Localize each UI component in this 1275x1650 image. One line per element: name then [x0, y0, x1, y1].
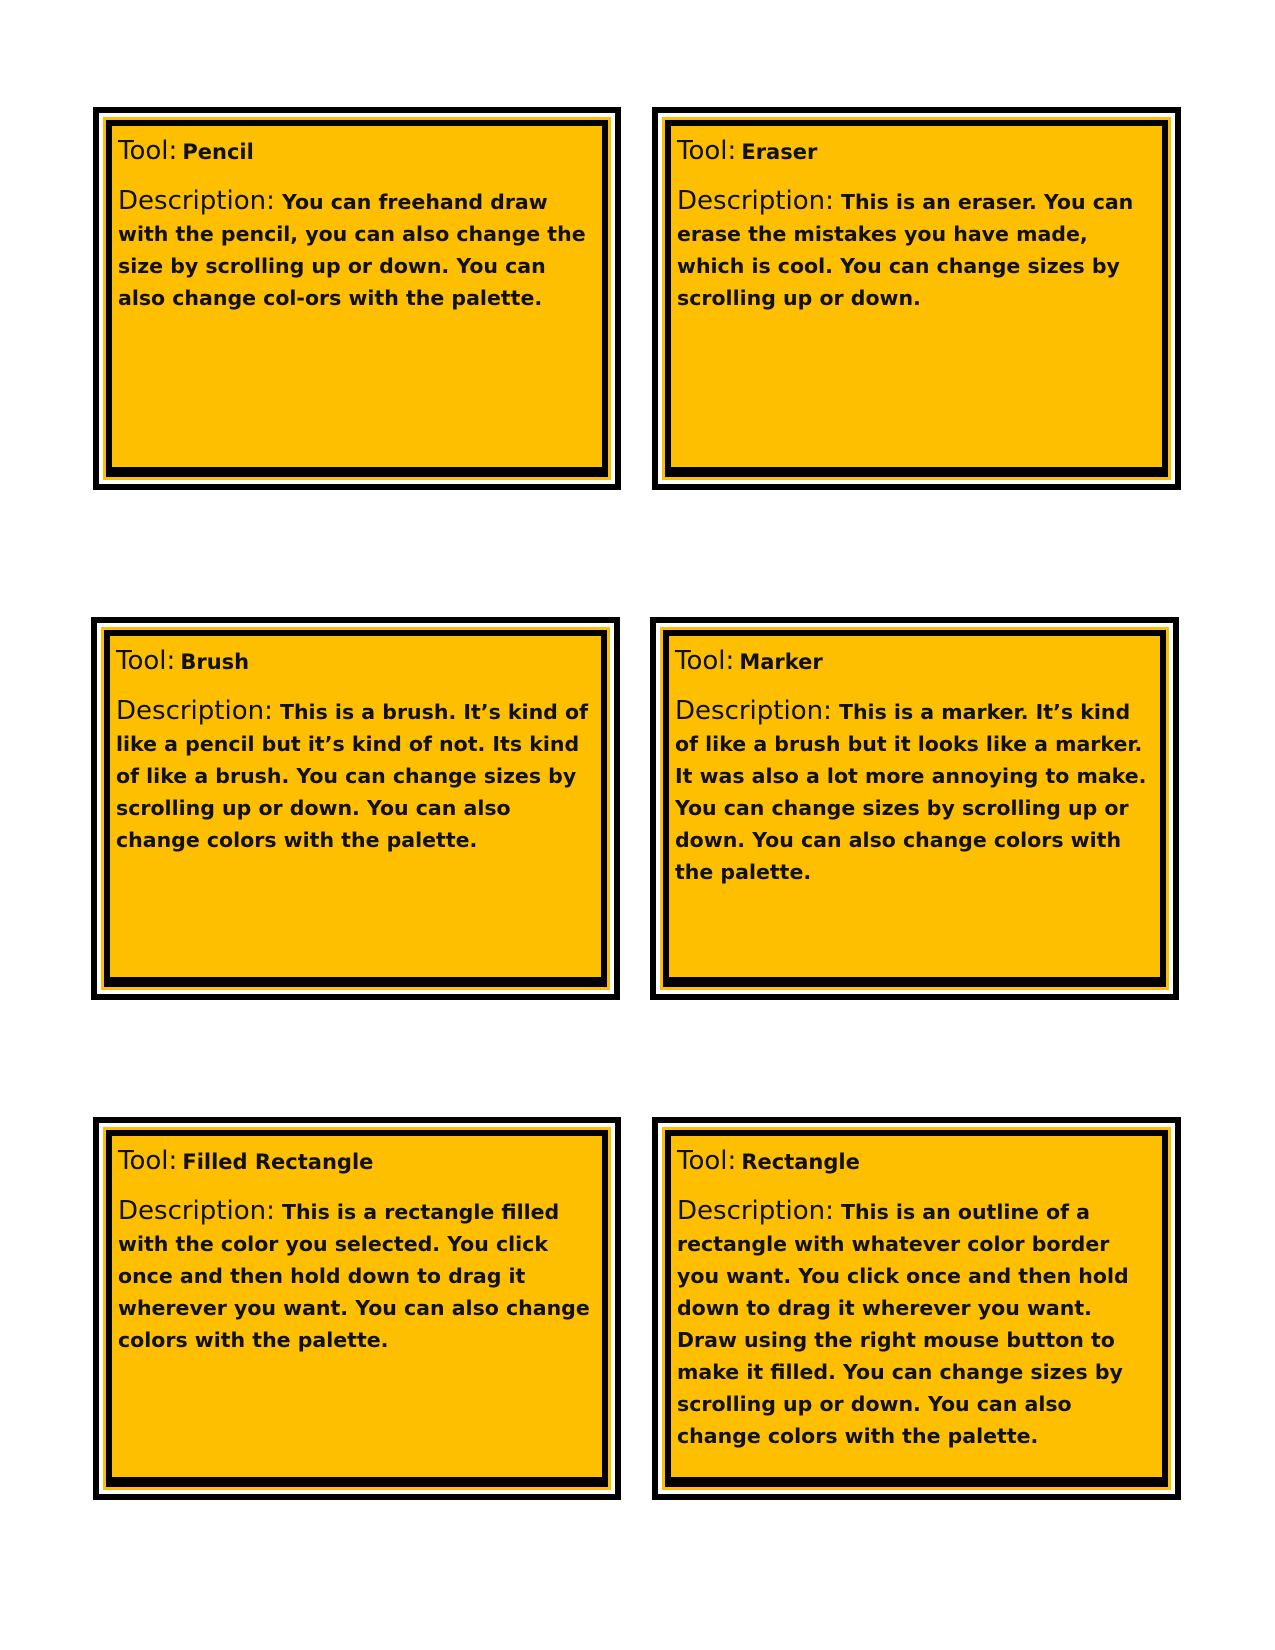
description-label: Description:	[677, 186, 834, 216]
description-label: Description:	[675, 696, 832, 726]
description: Description: This is an eraser. You can …	[677, 185, 1156, 314]
card-body: Tool: Rectangle Description: This is an …	[671, 1136, 1162, 1477]
description: Description: This is a rectangle filled …	[118, 1195, 596, 1356]
card-body: Tool: Marker Description: This is a mark…	[669, 636, 1160, 977]
description: Description: This is an outline of a rec…	[677, 1195, 1156, 1452]
card-body: Tool: Filled Rectangle Description: This…	[112, 1136, 602, 1477]
tool-line: Tool: Brush	[116, 644, 595, 681]
tool-label: Tool:	[677, 136, 737, 166]
description-label: Description:	[118, 186, 275, 216]
tool-name: Brush	[180, 650, 250, 674]
tool-line: Tool: Filled Rectangle	[118, 1144, 596, 1181]
tool-line: Tool: Pencil	[118, 134, 596, 171]
description-label: Description:	[118, 1196, 275, 1226]
tool-label: Tool:	[118, 136, 178, 166]
card-body: Tool: Brush Description: This is a brush…	[110, 636, 601, 977]
tool-name: Eraser	[741, 140, 818, 164]
tool-card-eraser: Tool: Eraser Description: This is an era…	[652, 107, 1181, 490]
tool-label: Tool:	[116, 646, 176, 676]
tool-line: Tool: Marker	[675, 644, 1154, 681]
description-label: Description:	[116, 696, 273, 726]
tool-card-rectangle: Tool: Rectangle Description: This is an …	[652, 1117, 1181, 1500]
tool-name: Filled Rectangle	[182, 1150, 374, 1174]
description: Description: This is a brush. It’s kind …	[116, 695, 595, 856]
description-text: This is an outline of a rectangle with w…	[677, 1200, 1129, 1448]
tool-line: Tool: Rectangle	[677, 1144, 1156, 1181]
card-body: Tool: Eraser Description: This is an era…	[671, 126, 1162, 467]
description-label: Description:	[677, 1196, 834, 1226]
description: Description: You can freehand draw with …	[118, 185, 596, 314]
tool-card-filled-rectangle: Tool: Filled Rectangle Description: This…	[93, 1117, 621, 1500]
description: Description: This is a marker. It’s kind…	[675, 695, 1154, 888]
description-text: This is a marker. It’s kind of like a br…	[675, 700, 1147, 884]
tool-card-marker: Tool: Marker Description: This is a mark…	[650, 617, 1179, 1000]
tool-label: Tool:	[118, 1146, 178, 1176]
tool-name: Rectangle	[741, 1150, 860, 1174]
tool-name: Marker	[739, 650, 823, 674]
tool-line: Tool: Eraser	[677, 134, 1156, 171]
tool-label: Tool:	[675, 646, 735, 676]
card-body: Tool: Pencil Description: You can freeha…	[112, 126, 602, 467]
tool-name: Pencil	[182, 140, 254, 164]
tool-card-brush: Tool: Brush Description: This is a brush…	[91, 617, 620, 1000]
tool-label: Tool:	[677, 1146, 737, 1176]
tool-card-pencil: Tool: Pencil Description: You can freeha…	[93, 107, 621, 490]
